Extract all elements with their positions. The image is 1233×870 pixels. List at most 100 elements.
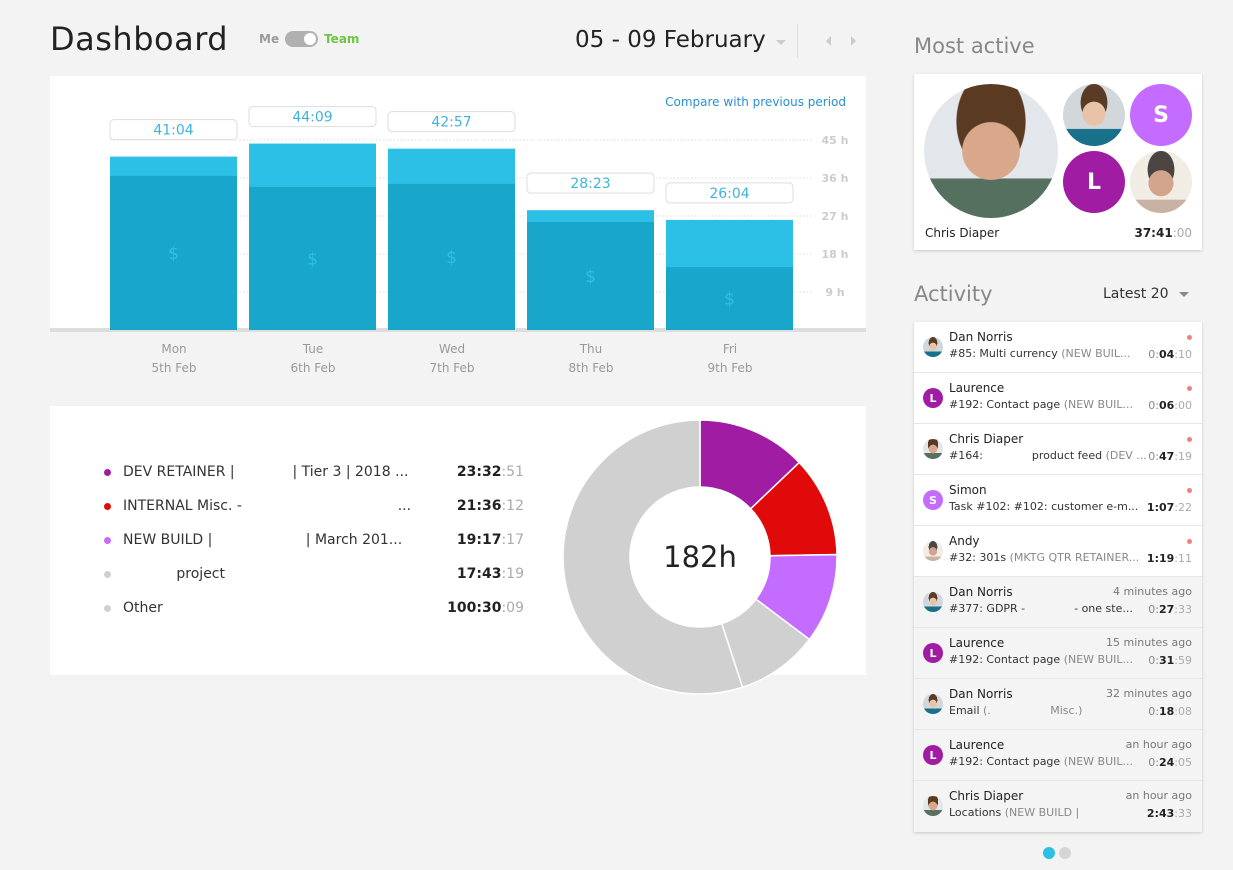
activity-duration: 0:24:05 xyxy=(1148,756,1192,769)
legend-item[interactable]: INTERNAL Misc. - ... 21:36:12 xyxy=(104,496,524,516)
period-label: 05 - 09 February xyxy=(575,27,766,53)
user-avatar xyxy=(923,337,943,357)
day-date: 8th Feb xyxy=(568,361,614,375)
activity-user: Laurence xyxy=(949,738,1005,752)
activity-task: #192: Contact page (NEW BUIL... xyxy=(949,755,1133,768)
legend-name: Other xyxy=(123,600,163,616)
activity-filter-label: Latest 20 xyxy=(1103,286,1169,302)
page-dot[interactable] xyxy=(1043,847,1055,859)
bar-chart-svg: 9 h 18 h 27 h 36 h 45 h $41:04 $44:09 $42:57 $28… xyxy=(109,106,849,330)
duration-seconds: :00 xyxy=(1174,399,1192,412)
legend-time: 17:43:19 xyxy=(457,566,524,582)
activity-duration: 0:47:19 xyxy=(1148,450,1192,463)
y-tick-label: 36 h xyxy=(822,172,849,185)
daily-hours-chart: 9 h 18 h 27 h 36 h 45 h $41:04 $44:09 $42:57 $28… xyxy=(50,76,866,332)
activity-duration: 0:31:59 xyxy=(1148,654,1192,667)
x-tick-label: Thu 8th Feb xyxy=(527,340,655,378)
day-date: 5th Feb xyxy=(151,361,197,375)
duration-minutes: 04 xyxy=(1158,348,1175,361)
toggle-switch[interactable] xyxy=(285,31,319,47)
day-name: Mon xyxy=(161,342,187,356)
duration-minutes: 43 xyxy=(1158,807,1175,820)
activity-item[interactable]: L Laurence #192: Contact page (NEW BUIL...… xyxy=(914,730,1202,781)
legend-time-sec: :09 xyxy=(501,600,524,616)
activity-item[interactable]: S Simon Task #102: #102: customer e-m... 1:… xyxy=(914,475,1202,526)
avatar-dan-norris[interactable] xyxy=(1063,84,1125,146)
duration-seconds: :33 xyxy=(1174,603,1192,616)
legend-time: 21:36:12 xyxy=(457,498,524,514)
activity-item[interactable]: Andy #32: 301s (MKTG QTR RETAINER... 1:19:… xyxy=(914,526,1202,577)
duration-hours: 0: xyxy=(1148,654,1159,667)
next-period-icon[interactable] xyxy=(851,36,856,46)
bar-total-label: 26:04 xyxy=(709,186,749,202)
duration-hours: 0: xyxy=(1148,603,1159,616)
activity-project: (NEW BUIL... xyxy=(1063,398,1133,411)
chevron-down-icon xyxy=(775,39,786,45)
avatar-andy[interactable] xyxy=(1130,151,1192,213)
legend-time-sec: :51 xyxy=(501,464,524,480)
duration-minutes: 07 xyxy=(1158,501,1175,514)
avatar-simon[interactable]: S xyxy=(1130,84,1192,146)
activity-item[interactable]: Dan Norris #377: GDPR - - one ste... 4 min… xyxy=(914,577,1202,628)
day-name: Tue xyxy=(302,342,324,356)
activity-duration: 1:19:11 xyxy=(1147,552,1192,565)
activity-task: #377: GDPR - - one ste... xyxy=(949,602,1133,615)
me-team-toggle[interactable]: Me Team xyxy=(259,31,359,47)
activity-item[interactable]: Chris Diaper Locations (NEW BUILD | an hou… xyxy=(914,781,1202,832)
duration-seconds: :59 xyxy=(1174,654,1192,667)
activity-filter-dropdown[interactable]: Latest 20 xyxy=(1103,286,1189,302)
activity-duration: 1:07:22 xyxy=(1147,501,1192,514)
activity-item[interactable]: L Laurence #192: Contact page (NEW BUIL...… xyxy=(914,628,1202,679)
legend-name: DEV RETAINER | | Tier 3 | 2018 ... xyxy=(123,464,409,480)
activity-title: Activity xyxy=(914,282,993,306)
legend-item[interactable]: NEW BUILD | | March 201... 19:17:17 xyxy=(104,530,524,550)
legend-name: INTERNAL Misc. - ... xyxy=(123,498,412,514)
project-breakdown-panel: DEV RETAINER | | Tier 3 | 2018 ... 23:32:… xyxy=(50,406,866,675)
legend-time: 19:17:17 xyxy=(457,532,524,548)
page-dot[interactable] xyxy=(1059,847,1071,859)
activity-item[interactable]: Chris Diaper #164: product feed (DEV ... 0… xyxy=(914,424,1202,475)
legend-time-sec: :17 xyxy=(501,532,524,548)
team-label[interactable]: Team xyxy=(324,32,359,46)
user-avatar: S xyxy=(923,490,943,510)
most-active-title: Most active xyxy=(914,34,1035,58)
activity-duration: 0:18:08 xyxy=(1148,705,1192,718)
activity-task: #32: 301s (MKTG QTR RETAINER... xyxy=(949,551,1140,564)
day-date: 6th Feb xyxy=(290,361,336,375)
legend-dot xyxy=(104,570,111,578)
live-indicator-icon xyxy=(1187,335,1192,340)
x-tick-label: Mon 5th Feb xyxy=(110,340,238,378)
activity-item[interactable]: Dan Norris #85: Multi currency (NEW BUIL.… xyxy=(914,322,1202,373)
activity-task: #192: Contact page (NEW BUIL... xyxy=(949,398,1133,411)
user-avatar xyxy=(923,694,943,714)
top-user-avatar[interactable] xyxy=(924,84,1058,218)
activity-timestamp: 32 minutes ago xyxy=(1106,687,1192,700)
previous-period-icon[interactable] xyxy=(826,36,831,46)
duration-hours: 1: xyxy=(1146,501,1159,514)
activity-user: Laurence xyxy=(949,381,1005,395)
activity-item[interactable]: Dan Norris Email (. Misc.) 32 minutes ago 0… xyxy=(914,679,1202,730)
page-title: Dashboard xyxy=(50,20,229,58)
live-indicator-icon xyxy=(1187,539,1192,544)
user-avatar xyxy=(923,439,943,459)
activity-timestamp: 15 minutes ago xyxy=(1106,636,1192,649)
avatar-laurence[interactable]: L xyxy=(1063,151,1125,213)
duration-minutes: 47 xyxy=(1158,450,1175,463)
legend-dot xyxy=(104,536,111,544)
legend-time-hm: 17:43 xyxy=(456,566,502,582)
me-label[interactable]: Me xyxy=(259,32,279,46)
period-selector[interactable]: 05 - 09 February xyxy=(575,27,786,53)
user-avatar: L xyxy=(923,388,943,408)
legend-item[interactable]: Other 100:30:09 xyxy=(104,598,524,618)
legend-time: 23:32:51 xyxy=(457,464,524,480)
duration-minutes: 18 xyxy=(1158,705,1175,718)
day-name: Thu xyxy=(579,342,603,356)
compare-previous-period-link[interactable]: Compare with previous period xyxy=(665,95,846,109)
legend-item[interactable]: DEV RETAINER | | Tier 3 | 2018 ... 23:32:… xyxy=(104,462,524,482)
activity-duration: 0:06:00 xyxy=(1148,399,1192,412)
activity-item[interactable]: L Laurence #192: Contact page (NEW BUIL...… xyxy=(914,373,1202,424)
y-tick-label: 45 h xyxy=(822,134,849,147)
legend-item[interactable]: project 17:43:19 xyxy=(104,564,524,584)
duration-hours: 0: xyxy=(1148,348,1159,361)
live-indicator-icon xyxy=(1187,386,1192,391)
